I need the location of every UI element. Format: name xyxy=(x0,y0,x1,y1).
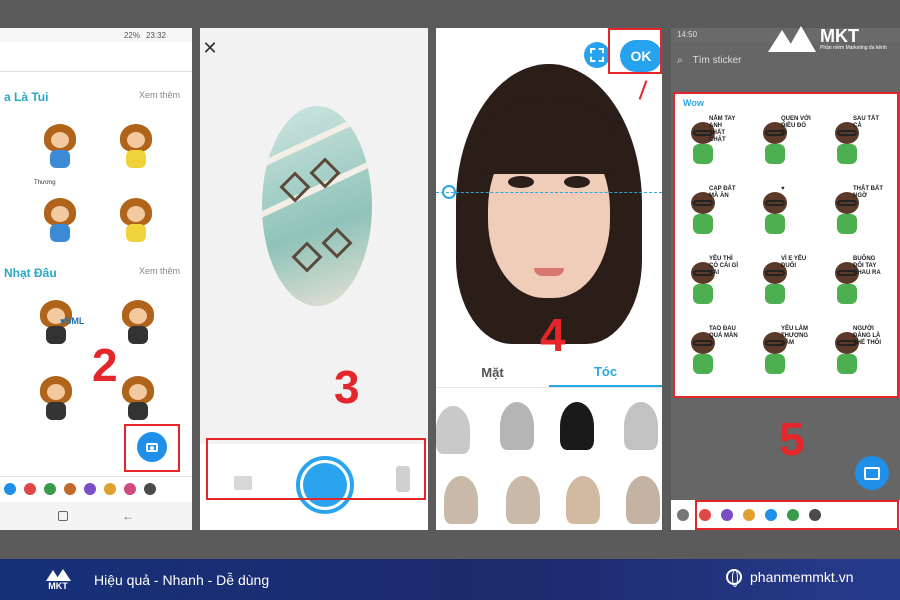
eye-guide-icon[interactable] xyxy=(442,185,456,199)
pack-header: Nhạt Đâu Xem thêm xyxy=(0,266,192,280)
eye-guide-line[interactable] xyxy=(436,192,662,193)
arrow-icon xyxy=(638,80,648,100)
sticker[interactable] xyxy=(118,300,158,346)
status-bar: 22% 23:32 xyxy=(0,28,192,42)
see-more-link[interactable]: Xem thêm xyxy=(139,266,180,280)
hair-option[interactable] xyxy=(444,476,478,524)
tray-icon[interactable] xyxy=(4,482,16,495)
sticker-caption: Thương xyxy=(34,180,56,186)
tray-icon[interactable] xyxy=(24,482,36,495)
sticker[interactable] xyxy=(116,198,156,244)
highlight-box xyxy=(206,438,426,500)
sticker[interactable] xyxy=(116,124,156,170)
logo-text: MKT xyxy=(820,26,859,46)
logo-tagline: Phần mềm Marketing đa kênh xyxy=(820,45,887,51)
hair-option[interactable] xyxy=(436,406,470,454)
close-icon[interactable]: ✕ xyxy=(200,38,220,58)
panel-sticker-store: 22% 23:32 a Là Tui Xem thêm Nhạt Đâu Xem… xyxy=(0,28,192,530)
sticker[interactable] xyxy=(40,124,80,170)
hair-bangs xyxy=(484,98,614,174)
camera-icon xyxy=(146,442,158,452)
highlight-box xyxy=(608,28,662,74)
tab-face[interactable]: Mặt xyxy=(436,358,549,387)
back-icon[interactable]: ← xyxy=(122,509,134,523)
step-number: 4 xyxy=(540,309,566,361)
sticker[interactable] xyxy=(40,198,80,244)
globe-icon xyxy=(726,569,742,587)
search-placeholder: Tìm sticker xyxy=(692,54,742,66)
hair-option[interactable] xyxy=(506,476,540,524)
pack-header: a Là Tui Xem thêm xyxy=(0,90,192,104)
camera-preview xyxy=(262,106,372,306)
sticker[interactable] xyxy=(36,376,76,422)
panel-camera-capture: ✕ 3 xyxy=(200,28,428,530)
tray-icon[interactable] xyxy=(124,482,136,495)
battery-text: 22% xyxy=(123,30,140,40)
footer-slogan: Hiệu quả - Nhanh - Dễ dùng xyxy=(94,571,270,588)
tray-icon[interactable] xyxy=(144,482,156,495)
camera-button[interactable] xyxy=(855,456,889,490)
panel-face-editor: OK 4 Mặt Tóc xyxy=(436,28,662,530)
pack-title: Nhạt Đâu xyxy=(4,266,57,280)
editor-tabs: Mặt Tóc xyxy=(436,358,662,388)
footer-logo: MKT xyxy=(38,564,78,596)
highlight-box xyxy=(695,500,899,530)
mountain-logo-icon xyxy=(768,26,816,52)
hair-option[interactable] xyxy=(566,476,600,524)
step-number: 2 xyxy=(92,339,118,391)
see-more-link[interactable]: Xem thêm xyxy=(139,90,180,104)
sticker[interactable] xyxy=(118,376,158,422)
tray-icon[interactable] xyxy=(84,482,96,495)
sticker-tray xyxy=(0,476,192,500)
eye xyxy=(564,176,590,188)
hair-option[interactable] xyxy=(500,402,534,450)
sticker-caption: ♥SML xyxy=(60,316,85,326)
panel-sticker-result: 14:50 ⌕ Tìm sticker Wow NẮM TAY ANH THẤT… xyxy=(671,28,900,530)
recent-icon[interactable] xyxy=(677,509,689,521)
pack-title: a Là Tui xyxy=(4,90,49,104)
brand-logo: MKT Phần mềm Marketing đa kênh xyxy=(768,26,887,52)
tab-hair[interactable]: Tóc xyxy=(549,358,662,387)
camera-button[interactable] xyxy=(137,432,167,462)
step-number: 5 xyxy=(779,413,805,465)
highlight-box xyxy=(673,92,899,398)
hair-option[interactable] xyxy=(560,402,594,450)
tray-icon[interactable] xyxy=(104,482,116,495)
time-text: 23:32 xyxy=(145,30,166,40)
search-icon: ⌕ xyxy=(677,54,683,66)
tray-icon[interactable] xyxy=(44,482,56,495)
fullscreen-button[interactable] xyxy=(584,42,610,68)
recent-apps-icon[interactable] xyxy=(58,511,68,521)
eye xyxy=(508,176,534,188)
footer-brand: MKT xyxy=(48,580,68,591)
tray-icon[interactable] xyxy=(64,482,76,495)
search-bar[interactable] xyxy=(0,42,192,72)
mouth xyxy=(534,268,564,276)
footer-website[interactable]: phanmemmkt.vn xyxy=(726,569,853,587)
website-text[interactable]: phanmemmkt.vn xyxy=(750,569,853,585)
android-nav-bar: ← xyxy=(0,502,192,530)
step-number: 3 xyxy=(334,361,360,413)
mountain-logo-icon xyxy=(46,568,71,581)
hair-option[interactable] xyxy=(626,476,660,524)
hair-option[interactable] xyxy=(624,402,658,450)
footer-bar: MKT Hiệu quả - Nhanh - Dễ dùng phanmemmk… xyxy=(0,559,900,600)
